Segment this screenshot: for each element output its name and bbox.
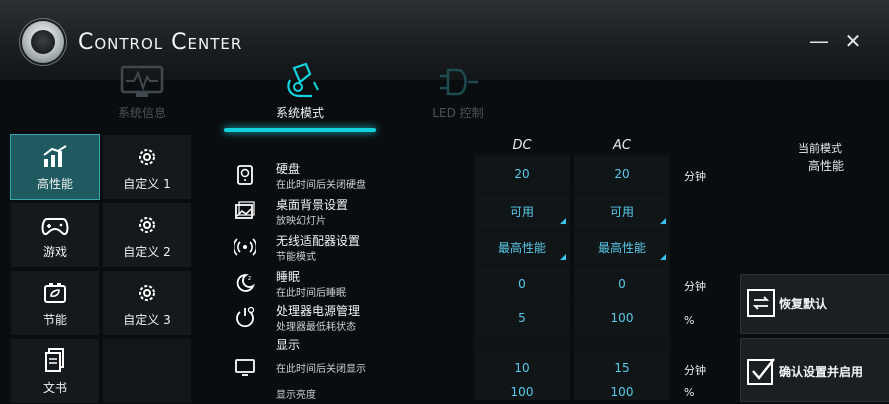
sidebar-item-custom-1[interactable]: 自定义 1 <box>102 134 192 200</box>
dc-value-field[interactable]: 100 <box>475 384 569 400</box>
ac-value-field[interactable]: 0 <box>575 268 669 300</box>
ac-value-field[interactable]: 100 <box>575 384 669 400</box>
close-icon: ✕ <box>844 29 862 53</box>
dc-value-field[interactable]: 10 <box>475 352 569 384</box>
confirm-apply-label: 确认设置并启用 <box>779 365 864 379</box>
sidebar-item-office[interactable]: 文书 <box>10 338 100 404</box>
display-icon <box>232 354 258 380</box>
checkbox-check-icon <box>747 357 775 385</box>
tab-led-control[interactable]: LED 控制 <box>398 62 518 126</box>
sidebar-item-label: 文书 <box>42 381 67 395</box>
setting-row-sleep: z 睡眠 在此时间后睡眠 0 0 分钟 <box>222 266 732 300</box>
sidebar-item-custom-2[interactable]: 自定义 2 <box>102 202 192 268</box>
dc-value-dropdown[interactable]: 可用 <box>475 196 569 228</box>
current-mode-value: 高性能 <box>808 159 845 173</box>
sidebar-empty-slot <box>102 338 192 404</box>
sleep-icon: z <box>232 270 258 296</box>
setting-description: 节能模式 <box>276 252 316 263</box>
setting-name: 无线适配器设置 <box>276 234 361 248</box>
setting-description: 在此时间后关闭硬盘 <box>276 180 366 191</box>
gear-icon <box>103 135 191 169</box>
sidebar-item-label: 自定义 2 <box>123 245 171 259</box>
sidebar-item-high-performance[interactable]: 高性能 <box>10 134 100 200</box>
sidebar-item-label: 节能 <box>42 313 67 327</box>
setting-row-display-off: 在此时间后关闭显示 10 15 分钟 <box>222 352 732 384</box>
setting-row-wireless-adapter: 无线适配器设置 节能模式 最高性能 最高性能 <box>222 230 732 264</box>
ac-value-field[interactable]: 100 <box>575 302 669 334</box>
performance-chart-icon <box>11 135 99 169</box>
minimize-button[interactable]: — <box>808 30 830 52</box>
mode-brush-icon <box>240 62 360 102</box>
unit-label: 分钟 <box>684 280 706 293</box>
gear-icon <box>103 271 191 305</box>
setting-row-display-brightness: 显示亮度 100 100 % <box>222 384 732 400</box>
ac-value-field[interactable]: 15 <box>575 352 669 384</box>
setting-name: 睡眠 <box>276 270 301 284</box>
dc-value-dropdown[interactable]: 最高性能 <box>475 232 569 264</box>
sidebar-item-gaming[interactable]: 游戏 <box>10 202 100 268</box>
setting-row-processor-power: 处理器电源管理 处理器最低耗状态 5 100 % <box>222 300 732 334</box>
unit-label: 分钟 <box>684 170 706 183</box>
tab-system-mode[interactable]: 系统模式 <box>224 62 376 132</box>
unit-label: % <box>684 314 695 327</box>
ac-column-header: AC <box>613 138 631 153</box>
led-bulb-icon <box>398 62 518 102</box>
wallpaper-icon <box>232 198 258 224</box>
unit-label: 分钟 <box>684 364 706 377</box>
app-logo <box>22 21 64 63</box>
tab-system-info[interactable]: 系统信息 <box>82 62 202 126</box>
hard-disk-icon <box>232 162 258 188</box>
setting-description: 放映幻灯片 <box>276 216 326 227</box>
ac-value-dropdown[interactable]: 最高性能 <box>575 232 669 264</box>
dc-column-header: DC <box>512 138 532 153</box>
restore-defaults-label: 恢复默认 <box>779 297 828 311</box>
main-tabs: 系统信息 系统模式 LED 控制 <box>0 62 889 132</box>
setting-description: 处理器最低耗状态 <box>276 322 356 333</box>
ac-value-field[interactable]: 20 <box>575 158 669 190</box>
setting-name: 桌面背景设置 <box>276 198 349 212</box>
settings-table: DC AC 硬盘 在此时间后关闭硬盘 20 20 分钟 桌面背景设置 放映幻灯片… <box>222 134 732 400</box>
close-button[interactable]: ✕ <box>842 30 864 52</box>
gamepad-icon <box>11 203 99 237</box>
setting-group-display: 显示 <box>222 334 732 352</box>
dc-value-field[interactable]: 5 <box>475 302 569 334</box>
sidebar-item-custom-3[interactable]: 自定义 3 <box>102 270 192 336</box>
gear-icon <box>103 203 191 237</box>
setting-name: 处理器电源管理 <box>276 304 361 318</box>
wireless-icon <box>232 234 258 260</box>
sidebar-item-label: 游戏 <box>42 245 67 259</box>
confirm-apply-button[interactable]: 确认设置并启用 <box>740 338 889 402</box>
ac-value-dropdown[interactable]: 可用 <box>575 196 669 228</box>
setting-description: 在此时间后关闭显示 <box>276 364 366 375</box>
monitor-pulse-icon <box>82 62 202 102</box>
dc-value-field[interactable]: 0 <box>475 268 569 300</box>
setting-group-title: 显示 <box>276 338 301 352</box>
tab-label: 系统信息 <box>117 106 166 120</box>
setting-description: 在此时间后睡眠 <box>276 288 346 299</box>
dc-value-field[interactable]: 20 <box>475 158 569 190</box>
current-mode-title: 当前模式 <box>798 142 842 155</box>
minimize-icon: — <box>809 29 829 53</box>
sidebar-item-power-saving[interactable]: 节能 <box>10 270 100 336</box>
setting-description: 显示亮度 <box>276 390 316 400</box>
tab-label: LED 控制 <box>432 106 484 120</box>
sidebar-item-label: 自定义 1 <box>123 177 171 191</box>
app-title: Control Center <box>78 30 243 55</box>
sidebar-item-label: 高性能 <box>36 177 73 191</box>
document-icon <box>11 339 99 373</box>
restore-icon <box>747 289 775 317</box>
setting-row-hard-disk: 硬盘 在此时间后关闭硬盘 20 20 分钟 <box>222 158 732 192</box>
tab-label: 系统模式 <box>275 106 324 120</box>
battery-eco-icon <box>11 271 99 305</box>
restore-defaults-button[interactable]: 恢复默认 <box>740 274 889 334</box>
sidebar-item-label: 自定义 3 <box>123 313 171 327</box>
mode-sidebar: 高性能 自定义 1 游戏 自定义 2 节能 自定义 3 文书 <box>10 134 192 404</box>
unit-label: % <box>684 386 695 399</box>
cpu-power-icon <box>232 304 258 330</box>
setting-name: 硬盘 <box>276 162 301 176</box>
svg-text:z: z <box>248 275 251 282</box>
setting-row-desktop-background: 桌面背景设置 放映幻灯片 可用 可用 <box>222 194 732 228</box>
